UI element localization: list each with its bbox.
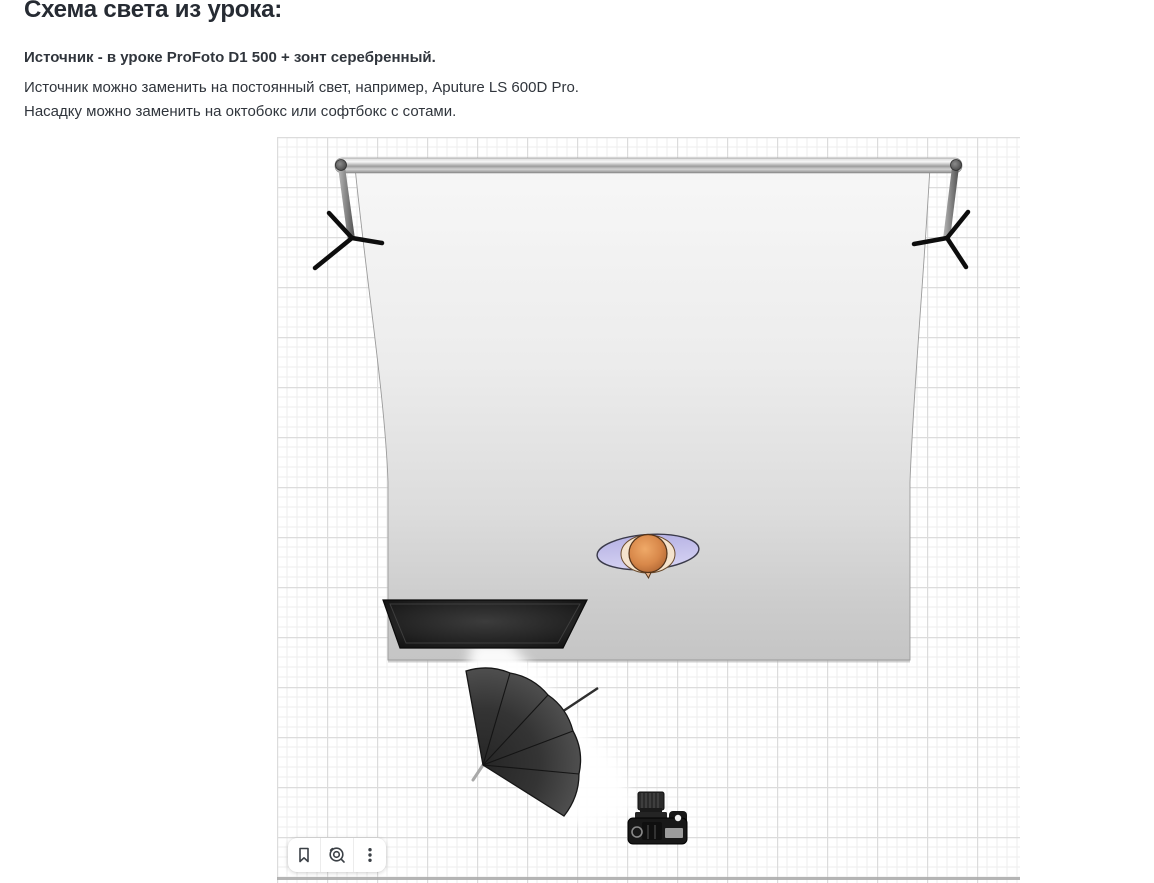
intro-line-3: Насадку можно заменить на октобокс или с… bbox=[24, 100, 924, 124]
kebab-menu-icon bbox=[360, 845, 380, 865]
lighting-diagram bbox=[277, 137, 1020, 883]
intro-text: Источник - в уроке ProFoto D1 500 + зонт… bbox=[24, 46, 924, 124]
bar-knob-right bbox=[951, 160, 962, 171]
bookmark-icon bbox=[294, 845, 314, 865]
lighting-diagram-figure[interactable] bbox=[277, 137, 1020, 883]
lesson-page: Схема света из урока: Источник - в уроке… bbox=[0, 0, 1154, 883]
figure-bottom-border bbox=[277, 877, 1020, 880]
bookmark-button[interactable] bbox=[288, 838, 320, 872]
softbox bbox=[383, 600, 587, 648]
person-head bbox=[629, 535, 667, 573]
backdrop-crossbar bbox=[335, 158, 962, 173]
intro-lead-line: Источник - в уроке ProFoto D1 500 + зонт… bbox=[24, 46, 924, 70]
backdrop-paper bbox=[355, 167, 930, 662]
bar-knob-left bbox=[336, 160, 347, 171]
intro-line-2: Источник можно заменить на постоянный св… bbox=[24, 76, 924, 100]
more-options-button[interactable] bbox=[353, 838, 386, 872]
image-hover-toolbar bbox=[288, 838, 386, 872]
page-title: Схема света из урока: bbox=[24, 0, 282, 24]
image-search-button[interactable] bbox=[320, 838, 353, 872]
image-search-icon bbox=[327, 845, 347, 865]
